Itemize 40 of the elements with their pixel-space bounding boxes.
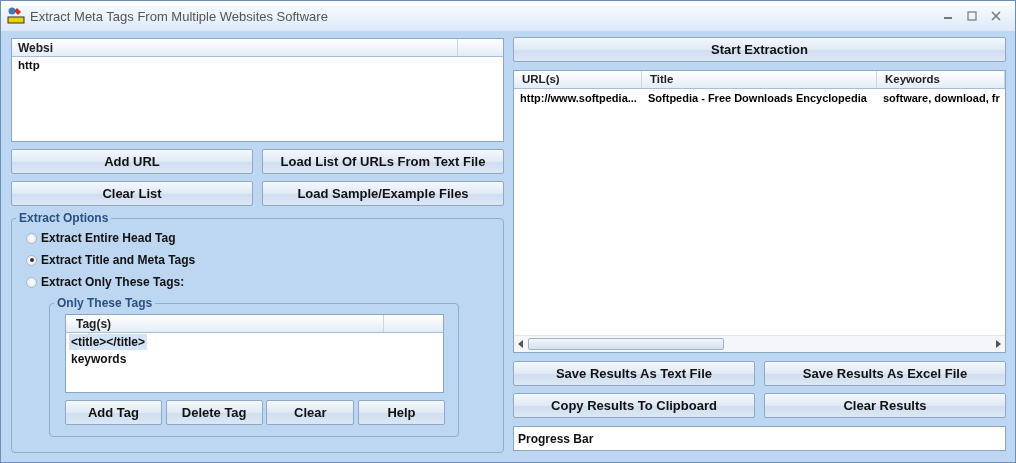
tag-action-button[interactable]: Delete Tag bbox=[165, 400, 263, 425]
table-cell-text: http://www.softpedia... bbox=[519, 91, 638, 104]
list-action-button[interactable]: Load Sample/Example Files bbox=[262, 181, 504, 206]
maximize-icon[interactable] bbox=[967, 11, 977, 21]
close-icon[interactable] bbox=[991, 11, 1001, 21]
radio-label: Extract Title and Meta Tags bbox=[41, 253, 196, 267]
column-header[interactable]: Keywords bbox=[877, 71, 1005, 88]
website-url: http bbox=[17, 58, 41, 71]
tags-list[interactable]: Tag(s) <title></title> keywords bbox=[65, 314, 444, 393]
results-action-button[interactable]: Copy Results To Clipboard bbox=[513, 393, 755, 418]
radio-label: Extract Entire Head Tag bbox=[41, 231, 176, 245]
table-cell-text: software, download, fr bbox=[882, 91, 1001, 104]
results-action-button[interactable]: Save Results As Text File bbox=[513, 361, 755, 386]
tag-action-button[interactable]: Help bbox=[357, 400, 445, 425]
tag-item[interactable]: keywords bbox=[69, 351, 129, 367]
column-header[interactable]: Title bbox=[642, 71, 877, 88]
horizontal-scrollbar[interactable] bbox=[514, 335, 1005, 352]
group-title: Extract Options bbox=[18, 211, 110, 225]
tag-action-button[interactable]: Add Tag bbox=[65, 400, 162, 425]
left-arrow-icon[interactable] bbox=[518, 340, 524, 348]
tag-action-button[interactable]: Clear bbox=[266, 400, 355, 425]
radio-label: Extract Only These Tags: bbox=[41, 275, 185, 289]
results-table[interactable]: URL(s) Title Keywords http://www.softpedia... Softpedia - Free Downloads Encyclopedia software, download, fr bbox=[513, 70, 1006, 353]
tag-item[interactable]: <title></title> bbox=[69, 334, 148, 350]
radio-button[interactable] bbox=[26, 254, 37, 266]
start-extraction-button[interactable]: Start Extraction bbox=[513, 37, 1006, 62]
website-list[interactable]: Websi http bbox=[11, 38, 504, 142]
results-action-button[interactable]: Save Results As Excel File bbox=[764, 361, 1006, 386]
group-title: Only These Tags bbox=[56, 296, 154, 310]
list-action-button[interactable]: Load List Of URLs From Text File bbox=[262, 149, 504, 174]
results-action-button[interactable]: Clear Results bbox=[764, 393, 1006, 418]
right-arrow-icon[interactable] bbox=[995, 340, 1001, 348]
window-title: Extract Meta Tags From Multiple Websites Software bbox=[30, 8, 329, 24]
radio-button[interactable] bbox=[26, 232, 37, 244]
app-icon bbox=[7, 7, 25, 25]
table-cell-text: Softpedia - Free Downloads Encyclopedia bbox=[647, 91, 868, 104]
column-header[interactable]: URL(s) bbox=[514, 71, 642, 88]
list-action-button[interactable]: Add URL bbox=[11, 149, 253, 174]
radio-button[interactable] bbox=[26, 276, 37, 288]
list-action-button[interactable]: Clear List bbox=[11, 181, 253, 206]
